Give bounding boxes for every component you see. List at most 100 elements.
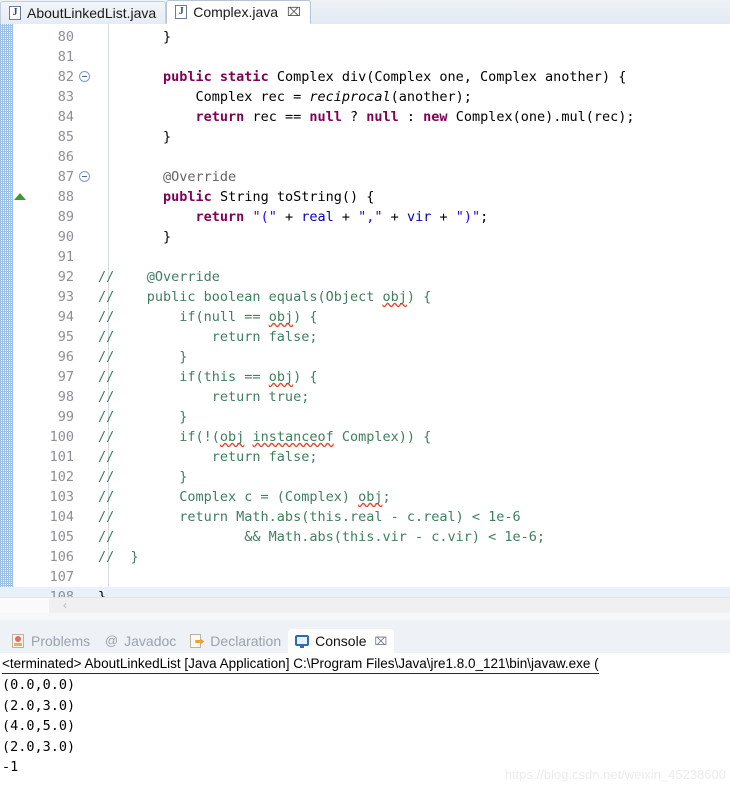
panel-tab-bar: Problems @ Javadoc Declaration Console ⌧ (0, 628, 730, 653)
code-line[interactable]: 88 public String toString() { (0, 187, 730, 207)
line-number: 99 (57, 409, 74, 425)
fold-column (78, 487, 92, 507)
code-line[interactable]: 86 (0, 147, 730, 167)
panel-tab-label: Declaration (210, 633, 282, 649)
console-output-text: (0.0,0.0) (2.0,3.0) (4.0,5.0) (2.0,3.0) … (2, 677, 76, 775)
line-number: 94 (57, 309, 74, 325)
code-line[interactable]: 89 return "(" + real + "," + vir + ")"; (0, 207, 730, 227)
line-number: 107 (49, 569, 74, 585)
code-line[interactable]: 90 } (0, 227, 730, 247)
fold-collapse-icon[interactable] (79, 171, 90, 182)
code-line[interactable]: 102 // } (0, 467, 730, 487)
fold-column (78, 127, 92, 147)
line-number: 87 (57, 169, 74, 185)
fold-column (78, 147, 92, 167)
code-line[interactable]: 106 // } (0, 547, 730, 567)
line-number: 102 (49, 469, 74, 485)
line-number: 83 (57, 89, 74, 105)
fold-column (78, 567, 92, 587)
code-line[interactable]: 95 // return false; (0, 327, 730, 347)
code-text: // return true; (98, 389, 310, 405)
code-line[interactable]: 99 // } (0, 407, 730, 427)
panel-tab-problems[interactable]: Problems (4, 629, 97, 653)
code-text: // if(this == obj) { (98, 369, 318, 385)
code-line[interactable]: 105 // && Math.abs(this.vir - c.vir) < 1e… (0, 527, 730, 547)
fold-column (78, 47, 92, 67)
fold-column (78, 227, 92, 247)
panel-tab-javadoc[interactable]: @ Javadoc (97, 629, 183, 653)
code-text: // && Math.abs(this.vir - c.vir) < 1e-6; (98, 529, 546, 545)
code-line[interactable]: 91 (0, 247, 730, 267)
code-line[interactable]: 92 // @Override (0, 267, 730, 287)
line-number: 93 (57, 289, 74, 305)
line-number: 81 (57, 49, 74, 65)
close-icon[interactable]: ⌧ (375, 635, 388, 648)
code-line[interactable]: 93 // public boolean equals(Object obj) { (0, 287, 730, 307)
code-line[interactable]: 80 } (0, 27, 730, 47)
fold-column (78, 107, 92, 127)
code-text: // if(null == obj) { (98, 309, 318, 325)
code-text: public static Complex div(Complex one, C… (163, 69, 627, 85)
code-line[interactable]: 81 (0, 47, 730, 67)
bottom-view-panel: Problems @ Javadoc Declaration Console ⌧ <ter… (0, 620, 730, 792)
line-number: 100 (49, 429, 74, 445)
console-icon (295, 634, 310, 648)
code-line[interactable]: 84 return rec == null ? null : new Compl… (0, 107, 730, 127)
panel-tab-console[interactable]: Console ⌧ (288, 629, 395, 653)
editor-tab-label: AboutLinkedList.java (27, 5, 157, 21)
code-lines-container: 80 } 81 82 public static Complex div(Compl… (0, 27, 730, 607)
fold-column[interactable] (78, 167, 92, 187)
fold-column (78, 387, 92, 407)
fold-column (78, 527, 92, 547)
line-number: 95 (57, 329, 74, 345)
code-line[interactable]: 83 Complex rec = reciprocal(another); (0, 87, 730, 107)
code-text: // return false; (98, 449, 318, 465)
fold-collapse-icon[interactable] (79, 71, 90, 82)
problems-icon (11, 634, 26, 648)
editor-tab-complex-java[interactable]: J Complex.java ⌧ (166, 0, 311, 24)
code-line[interactable]: 107 (0, 567, 730, 587)
line-number: 91 (57, 249, 74, 265)
line-number: 97 (57, 369, 74, 385)
line-number: 84 (57, 109, 74, 125)
panel-tab-label: Javadoc (124, 633, 177, 649)
editor-horizontal-scrollbar[interactable]: ‹ (0, 597, 730, 613)
code-line[interactable]: 103 // Complex c = (Complex) obj; (0, 487, 730, 507)
fold-column (78, 187, 92, 207)
fold-column (78, 27, 92, 47)
line-number: 101 (49, 449, 74, 465)
declaration-icon (190, 634, 205, 648)
java-source-editor[interactable]: 80 } 81 82 public static Complex div(Compl… (0, 24, 730, 613)
code-text: // @Override (98, 269, 220, 285)
console-view[interactable]: <terminated> AboutLinkedList [Java Appli… (0, 653, 730, 792)
fold-column[interactable] (78, 67, 92, 87)
code-text: return rec == null ? null : new Complex(… (195, 109, 635, 125)
code-line[interactable]: 97 // if(this == obj) { (0, 367, 730, 387)
code-line[interactable]: 100 // if(!(obj instanceof Complex)) { (0, 427, 730, 447)
close-icon[interactable]: ⌧ (287, 6, 301, 18)
code-text: } (98, 129, 172, 145)
fold-column (78, 307, 92, 327)
code-line[interactable]: 96 // } (0, 347, 730, 367)
code-text: // } (98, 349, 188, 365)
fold-column (78, 267, 92, 287)
code-line[interactable]: 82 public static Complex div(Complex one… (0, 67, 730, 87)
code-line[interactable]: 87 @Override (0, 167, 730, 187)
panel-tab-declaration[interactable]: Declaration (183, 629, 288, 653)
code-line[interactable]: 101 // return false; (0, 447, 730, 467)
code-line[interactable]: 98 // return true; (0, 387, 730, 407)
line-number: 82 (57, 69, 74, 85)
fold-column (78, 467, 92, 487)
code-line[interactable]: 85 } (0, 127, 730, 147)
fold-column (78, 427, 92, 447)
line-number: 86 (57, 149, 74, 165)
code-line[interactable]: 104 // return Math.abs(this.real - c.real… (0, 507, 730, 527)
panel-tab-label: Console (315, 633, 367, 649)
line-number: 98 (57, 389, 74, 405)
code-text: // } (98, 549, 139, 565)
code-text: public String toString() { (163, 189, 375, 205)
editor-tab-bar: J AboutLinkedList.java J Complex.java ⌧ (0, 0, 730, 25)
editor-tab-aboutlinkedlist-java[interactable]: J AboutLinkedList.java (0, 1, 167, 24)
scroll-left-arrow-icon[interactable]: ‹ (58, 598, 72, 613)
code-line[interactable]: 94 // if(null == obj) { (0, 307, 730, 327)
